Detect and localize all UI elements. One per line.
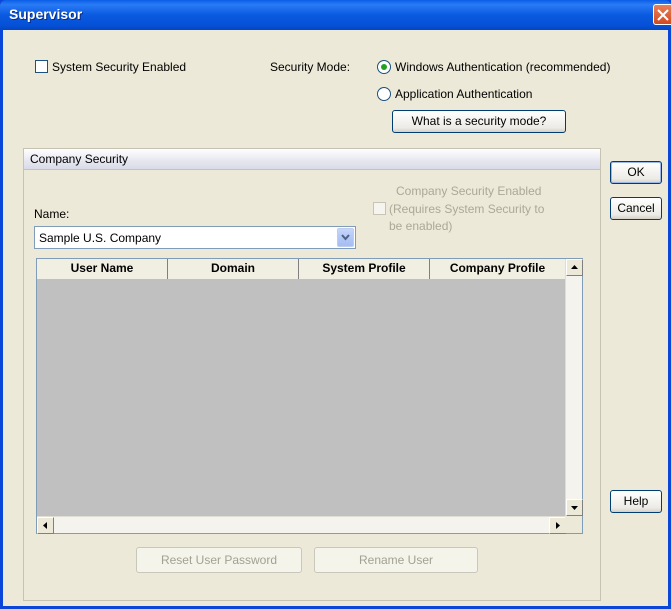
scroll-down-button[interactable] <box>566 499 583 516</box>
radio-application-auth-label[interactable]: Application Authentication <box>395 87 532 101</box>
users-table-header: User Name Domain System Profile Company … <box>37 259 566 279</box>
close-icon <box>657 9 669 21</box>
col-user-name[interactable]: User Name <box>37 259 168 279</box>
radio-selected-dot <box>381 64 387 70</box>
arrow-down-icon <box>571 506 578 510</box>
horizontal-scrollbar[interactable] <box>37 516 566 534</box>
chevron-down-icon <box>341 234 350 241</box>
col-company-profile[interactable]: Company Profile <box>430 259 566 279</box>
users-table[interactable]: User Name Domain System Profile Company … <box>36 258 583 534</box>
scroll-right-button[interactable] <box>549 517 566 534</box>
close-button[interactable] <box>653 4 671 25</box>
radio-windows-auth[interactable] <box>377 60 391 74</box>
company-security-header: Company Security <box>23 148 601 169</box>
system-security-label[interactable]: System Security Enabled <box>52 60 186 74</box>
rename-user-button[interactable]: Rename User <box>314 547 478 573</box>
company-security-enabled-line1: Company Security Enabled <box>396 184 542 198</box>
supervisor-window: Supervisor System Security Enabled Secur… <box>0 0 671 609</box>
company-security-enabled-line2: (Requires System Security to <box>389 202 545 216</box>
window-title: Supervisor <box>9 6 83 22</box>
title-bar[interactable]: Supervisor <box>0 0 671 30</box>
cancel-button[interactable]: Cancel <box>610 197 662 220</box>
combo-dropdown-button[interactable] <box>337 228 354 247</box>
ok-button[interactable]: OK <box>610 161 662 184</box>
radio-windows-auth-label[interactable]: Windows Authentication (recommended) <box>395 60 610 74</box>
name-label: Name: <box>34 207 70 221</box>
reset-user-password-button[interactable]: Reset User Password <box>136 547 302 573</box>
radio-application-auth[interactable] <box>377 87 391 101</box>
what-is-security-mode-button[interactable]: What is a security mode? <box>392 110 566 133</box>
company-name-select[interactable]: Sample U.S. Company <box>34 226 356 249</box>
company-security-title: Company Security <box>30 152 129 166</box>
company-security-enabled-checkbox[interactable] <box>373 202 386 215</box>
col-domain[interactable]: Domain <box>168 259 299 279</box>
security-mode-label: Security Mode: <box>270 60 351 74</box>
arrow-up-icon <box>571 265 578 269</box>
arrow-right-icon <box>556 522 560 529</box>
company-name-value: Sample U.S. Company <box>39 231 162 245</box>
scroll-left-button[interactable] <box>37 517 54 534</box>
system-security-checkbox[interactable] <box>35 60 48 73</box>
arrow-left-icon <box>43 522 47 529</box>
scroll-corner <box>565 516 582 533</box>
col-system-profile[interactable]: System Profile <box>299 259 430 279</box>
system-security-label-text: System Security Enabled <box>52 60 187 74</box>
scroll-up-button[interactable] <box>566 259 583 276</box>
dialog-client: System Security Enabled Security Mode: W… <box>3 30 668 606</box>
help-button[interactable]: Help <box>610 490 662 513</box>
company-security-enabled-line3: be enabled) <box>389 219 453 233</box>
vertical-scrollbar[interactable] <box>565 259 583 516</box>
